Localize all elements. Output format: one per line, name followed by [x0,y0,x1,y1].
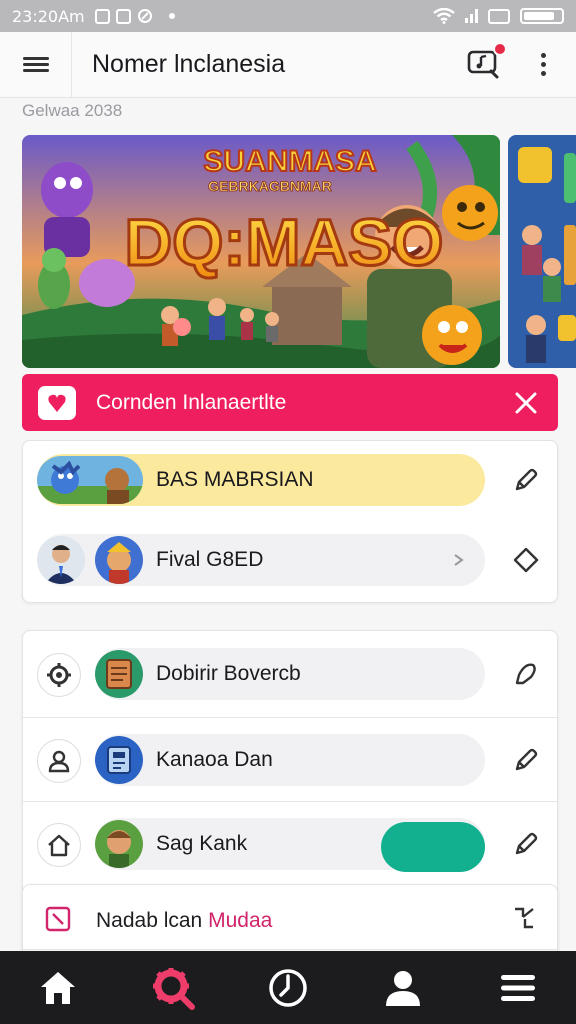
promo-label: Cornden Inlanaertlte [96,390,287,414]
list-item-label: Dobirir Bovercb [156,662,301,685]
banner-subtitle: GEBRKAGBNMAR [208,178,332,194]
clock-icon [269,968,307,1007]
row-background [95,734,485,786]
hamburger-icon [22,54,49,75]
heart-shield-icon [38,385,76,420]
edit-icon[interactable] [511,829,541,859]
status-time: 23:20Am [12,6,85,26]
signal-icon [465,9,478,23]
promo-banner[interactable]: Cornden Inlanaertlte [22,374,558,431]
home-outline-icon [37,823,81,867]
banner-headline: DQ:MASO [125,205,444,279]
game-list-card: BAS MABRSIAN Fival G8ED [22,440,558,603]
footer-label-accent: Mudaa [208,909,273,932]
game-thumbnail [37,456,143,504]
settings-icon [37,653,81,697]
nav-home[interactable] [28,958,88,1018]
list-item[interactable]: Kanaoa Dan [23,721,559,799]
gear-search-icon [152,967,195,1010]
user-group-icon [37,739,81,783]
footer-label: Nadab lcan Mudaa [96,909,272,933]
edit-icon[interactable] [511,465,541,495]
nav-menu[interactable] [488,958,548,1018]
wifi-icon [433,8,455,24]
app-thumbnail [95,736,143,784]
status-bar: 23:20Am [0,0,576,32]
home-icon [40,971,75,1004]
game-thumbnail [95,536,143,584]
list-item[interactable]: Sag Kank [23,805,559,883]
nav-profile[interactable] [373,958,433,1018]
toggle-switch[interactable] [381,822,485,872]
list-item[interactable]: Dobirir Bovercb [23,635,559,713]
collapse-icon[interactable] [511,905,537,931]
menu-button[interactable] [0,31,72,98]
list-item-label: Kanaoa Dan [156,748,273,771]
notification-badge [493,41,507,56]
edit-box-icon [45,906,71,932]
person-icon [386,970,421,1006]
footer-label-plain: Nadab lcan [96,909,203,932]
app-bar: Nomer lnclanesia [0,31,576,98]
banner-title-top: SUANMASA [203,145,376,178]
menu-icon [501,974,536,1001]
section-subheading: Gelwaa 2038 [22,101,123,120]
more-options-button[interactable] [541,53,546,76]
notification-search-button[interactable] [467,41,507,80]
page-title: Nomer lnclanesia [92,50,286,78]
chevron-right-icon [454,554,464,566]
notification-icons [94,8,175,24]
footer-list-item[interactable]: Nadab lcan Mudaa [22,884,558,950]
divider [23,801,559,802]
notification-icon [94,8,110,24]
battery-icon [520,8,564,24]
list-item[interactable]: BAS MABRSIAN [23,441,559,519]
divider [23,717,559,718]
dot-icon [168,13,175,19]
avatar [37,536,85,584]
next-banner-preview[interactable] [508,135,576,368]
list-item[interactable]: Fival G8ED [23,521,559,599]
game-artwork-image [508,135,576,368]
avatar [95,820,143,868]
notification-icon [115,8,131,24]
sim-icon [488,8,510,24]
nav-history[interactable] [258,958,318,1018]
edit-icon[interactable] [511,659,541,689]
link-icon [137,9,152,23]
featured-banner[interactable]: SUANMASA GEBRKAGBNMAR DQ:MASO [22,135,500,368]
nav-search[interactable] [143,958,203,1018]
app-thumbnail [95,650,143,698]
game-artwork-image: SUANMASA GEBRKAGBNMAR DQ:MASO [22,135,500,368]
list-item-label: Fival G8ED [156,548,264,571]
tag-icon[interactable] [511,545,541,575]
bottom-navigation [0,951,576,1024]
list-item-label: BAS MABRSIAN [156,468,314,491]
edit-icon[interactable] [511,745,541,775]
list-item-label: Sag Kank [156,832,248,855]
close-icon[interactable] [510,387,542,419]
